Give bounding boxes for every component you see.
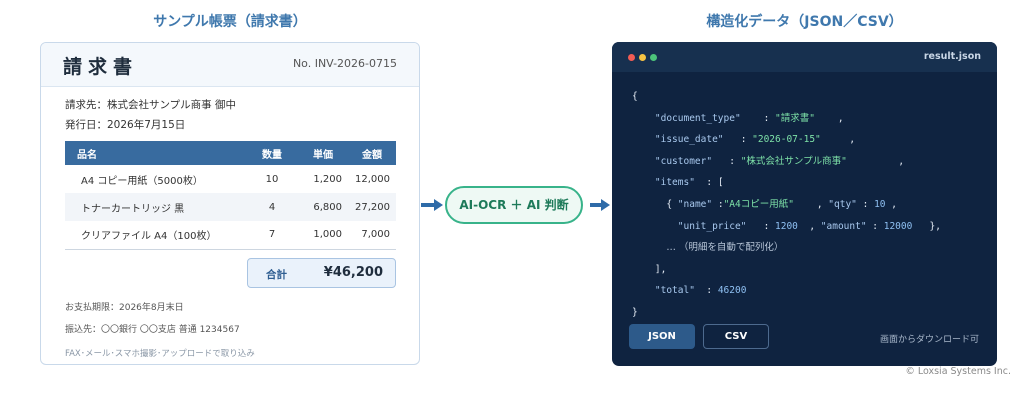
json-value: 46200 xyxy=(717,285,747,297)
tab-csv[interactable]: CSV xyxy=(703,324,769,349)
window-titlebar: result.json xyxy=(612,42,997,72)
json-key: "customer" xyxy=(654,155,713,167)
table-row: トナーカートリッジ 黒 4 6,800 27,200 xyxy=(65,193,396,221)
json-comment: … （明細を自動で配列化） xyxy=(666,242,784,254)
invoice-items-table: 品名 数量 単価 金額 A4 コピー用紙（5000枚） 10 1,200 12,… xyxy=(65,141,396,250)
window-minimize-dot-icon xyxy=(639,54,646,61)
column-header-qty: 数量 xyxy=(246,141,298,165)
total-value: ¥46,200 xyxy=(323,265,383,280)
column-header-price: 単価 xyxy=(298,141,348,165)
row-item-name: トナーカートリッジ 黒 xyxy=(65,193,246,221)
payment-due: お支払期限：2026年8月末日 xyxy=(65,303,184,313)
invoice-customer: 請求先：株式会社サンプル商事 御中 xyxy=(65,99,237,111)
column-header-item: 品名 xyxy=(65,141,246,165)
json-value: "請求書" xyxy=(775,112,815,124)
row-item-name: クリアファイル A4（100枚） xyxy=(65,221,246,250)
structured-data-heading: 構造化データ（JSON／CSV） xyxy=(706,14,903,30)
ai-ocr-step: AI-OCR ＋ AI 判断 xyxy=(445,186,583,224)
row-price: 1,200 xyxy=(313,173,342,185)
invoice-card: 請求書 No. INV-2026-0715 請求先：株式会社サンプル商事 御中 … xyxy=(40,42,420,365)
window-maximize-dot-icon xyxy=(650,54,657,61)
window-close-dot-icon xyxy=(628,54,635,61)
row-amount: 27,200 xyxy=(348,193,396,221)
row-amount: 7,000 xyxy=(348,221,396,250)
sample-invoice-heading: サンプル帳票（請求書） xyxy=(153,14,307,30)
arrow-right-icon xyxy=(590,199,610,211)
total-label: 合計 xyxy=(266,269,287,281)
json-key: "document_type" xyxy=(654,112,741,124)
download-hint: 画面からダウンロード可 xyxy=(879,335,979,345)
invoice-number: No. INV-2026-0715 xyxy=(292,57,397,70)
json-key: "issue_date" xyxy=(654,134,724,146)
row-qty: 10 xyxy=(265,173,279,185)
row-price: 6,800 xyxy=(298,193,348,221)
json-value: "2026-07-15" xyxy=(752,134,821,146)
invoice-header: 請求書 No. INV-2026-0715 xyxy=(41,43,419,87)
invoice-title: 請求書 xyxy=(63,56,139,78)
bank-info: 振込先：〇〇銀行 〇〇支店 普通 1234567 xyxy=(65,325,240,335)
invoice-total-box: 合計 ¥46,200 xyxy=(247,258,396,288)
copyright-text: © Loxsia Systems Inc. xyxy=(905,366,1011,377)
json-key: "total" xyxy=(654,285,695,297)
column-header-amount: 金額 xyxy=(348,141,396,165)
json-value: "株式会社サンプル商事" xyxy=(740,155,847,167)
capture-methods-note: FAX･メール･スマホ撮影･アップロードで取り込み xyxy=(65,349,255,359)
row-item-name: A4 コピー用紙（5000枚） xyxy=(81,175,203,187)
table-row: クリアファイル A4（100枚） 7 1,000 7,000 xyxy=(65,221,396,250)
row-qty: 4 xyxy=(246,193,298,221)
tab-json[interactable]: JSON xyxy=(629,324,695,349)
json-filename: result.json xyxy=(923,51,981,62)
row-amount: 12,000 xyxy=(355,173,390,185)
table-row: A4 コピー用紙（5000枚） 10 1,200 12,000 xyxy=(65,165,396,193)
table-header-row: 品名 数量 単価 金額 xyxy=(65,141,396,165)
json-code-block: { "document_type" : "請求書" , "issue_date"… xyxy=(632,91,941,318)
row-price: 1,000 xyxy=(298,221,348,250)
ai-ocr-label: AI-OCR ＋ AI 判断 xyxy=(459,198,569,212)
invoice-issue-date: 発行日：2026年7月15日 xyxy=(65,119,186,131)
row-qty: 7 xyxy=(246,221,298,250)
json-output-panel: result.json { "document_type" : "請求書" , … xyxy=(612,42,997,366)
json-key: "items" xyxy=(654,177,695,189)
arrow-right-icon xyxy=(421,199,443,211)
